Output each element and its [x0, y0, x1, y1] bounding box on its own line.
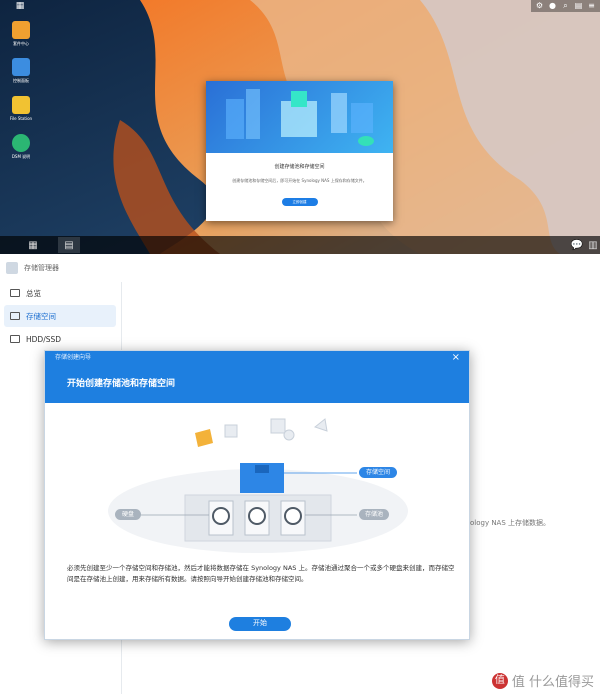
welcome-text: 创建存储池和存储空间后，即可开始在 Synology NAS 上保存和存储文件。 [232, 178, 367, 183]
desktop: ▦ ⚙ ● ⌕ ▤ ≡ 套件中心 控制面板 File Station DSM 说… [0, 0, 600, 254]
label-volume-text: 存储空间 [365, 469, 390, 476]
storage-manager-icon [6, 262, 18, 274]
chat-icon[interactable]: 💬 [566, 237, 588, 253]
wizard-header: 存储创建向导 × 开始创建存储池和存储空间 [45, 351, 469, 403]
overview-icon [10, 289, 20, 297]
storage-illustration [108, 418, 408, 553]
wizard-window-title: 存储创建向导 [55, 354, 92, 361]
system-tray: ⚙ ● ⌕ ▤ ≡ [531, 0, 600, 12]
sidebar-item-storage[interactable]: 存储空间 [4, 305, 116, 327]
hdd-icon [10, 335, 20, 343]
menu-icon[interactable]: ≡ [586, 1, 597, 11]
storage-creation-wizard: 存储创建向导 × 开始创建存储池和存储空间 存储空间 硬盘 存储池 必须先创建至… [44, 350, 470, 640]
search-icon[interactable]: ⌕ [560, 1, 571, 11]
desktop-icon-label: File Station [9, 116, 33, 121]
close-icon[interactable]: × [452, 352, 460, 364]
create-now-button[interactable]: 立即创建 [281, 198, 318, 206]
wizard-heading: 开始创建存储池和存储空间 [67, 379, 176, 389]
desktop-icon-package-center[interactable]: 套件中心 [6, 21, 36, 46]
label-disk: 硬盘 [115, 509, 141, 520]
desktop-icon-file-station[interactable]: File Station [6, 96, 36, 121]
desktop-icon-control-panel[interactable]: 控制面板 [6, 58, 36, 83]
widget-toggle-icon[interactable]: ▥ [586, 237, 600, 253]
storage-icon [10, 312, 20, 320]
watermark-logo: 值 [491, 672, 508, 689]
gear-icon[interactable]: ⚙ [534, 1, 545, 11]
control-panel-icon [12, 58, 30, 76]
label-pool: 存储池 [359, 509, 389, 520]
welcome-dialog: 创建存储池和存储空间 创建存储池和存储空间后，即可开始在 Synology NA… [206, 81, 393, 221]
desktop-icon-dsm-help[interactable]: DSM 说明 [6, 134, 36, 159]
sidebar-item-overview[interactable]: 总览 [4, 282, 116, 304]
watermark-text: 值 什么值得买 [511, 675, 594, 690]
sidebar-item-label: HDD/SSD [26, 334, 62, 344]
label-pool-text: 存储池 [364, 511, 383, 518]
main-menu-button[interactable]: ▦ [22, 237, 44, 253]
desktop-icon-label: DSM 说明 [11, 154, 31, 159]
folder-icon [12, 96, 30, 114]
widget-icon[interactable]: ▤ [573, 1, 584, 11]
desktop-icon-label: 套件中心 [13, 41, 29, 46]
server-illustration [226, 89, 374, 146]
wizard-description: 必须先创建至少一个存储空间和存储池，然后才能将数据存储在 Synology NA… [67, 564, 455, 583]
sidebar-item-label: 存储空间 [26, 311, 56, 321]
welcome-banner [206, 81, 393, 153]
storage-manager-taskbar-icon[interactable]: ▤ [58, 237, 80, 253]
package-center-icon [12, 21, 30, 39]
start-button[interactable]: 开始 [229, 617, 291, 631]
background-text: ology NAS 上存储数据。 [470, 519, 551, 527]
desktop-icon-label: 控制面板 [13, 78, 29, 83]
window-title-bar: 存储管理器 [6, 258, 59, 278]
main-menu-icon[interactable]: ▦ [14, 1, 26, 11]
taskbar: ▦ ▤ 💬 ▥ [0, 236, 600, 254]
welcome-title: 创建存储池和存储空间 [274, 164, 325, 170]
sidebar-item-label: 总览 [26, 288, 41, 298]
sidebar-item-hdd-ssd[interactable]: HDD/SSD [4, 328, 116, 350]
help-icon [12, 134, 30, 152]
label-disk-text: 硬盘 [121, 511, 134, 518]
label-volume: 存储空间 [359, 467, 397, 478]
window-title: 存储管理器 [24, 264, 59, 272]
storage-manager-window: 存储管理器 总览 存储空间 HDD/SSD ology NAS 上存储数据。 存… [0, 254, 600, 694]
user-icon[interactable]: ● [547, 1, 558, 11]
watermark: 值 值 什么值得买 [491, 671, 594, 690]
